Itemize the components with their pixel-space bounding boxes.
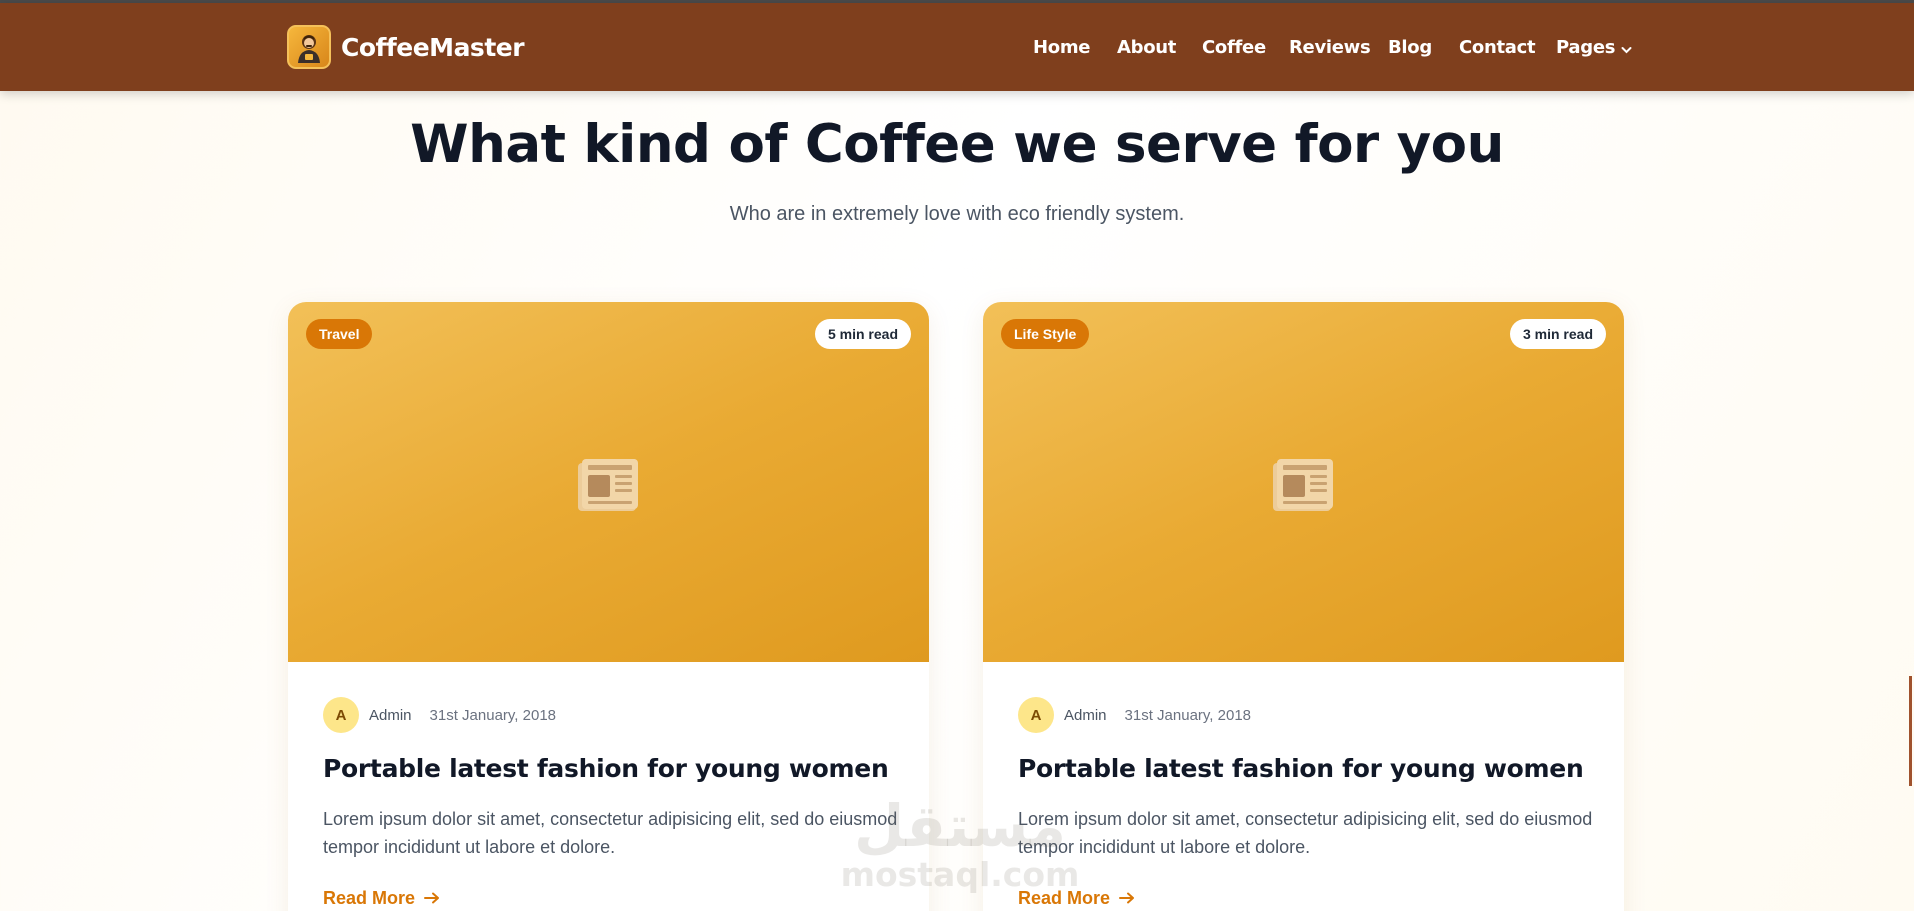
post-meta: A Admin 31st January, 2018 [1018, 697, 1251, 733]
newspaper-icon [1273, 459, 1333, 511]
nav-pages[interactable]: Pages [1556, 37, 1632, 59]
read-more-label: Read More [1018, 888, 1111, 908]
chevron-down-icon [1621, 38, 1632, 59]
nav-home[interactable]: Home [1033, 37, 1091, 58]
post-date: 31st January, 2018 [1124, 706, 1252, 724]
nav-contact[interactable]: Contact [1459, 37, 1536, 58]
read-more-link[interactable]: Read More [323, 888, 440, 909]
post-title[interactable]: Portable latest fashion for young women [323, 754, 903, 783]
category-badge[interactable]: Travel [306, 319, 373, 349]
post-author[interactable]: Admin [1064, 707, 1107, 724]
avatar: A [1018, 697, 1054, 733]
read-more-link[interactable]: Read More [1018, 888, 1135, 909]
post-excerpt: Lorem ipsum dolor sit amet, consectetur … [323, 809, 898, 857]
post-date: 31st January, 2018 [429, 706, 557, 724]
card-image[interactable]: Life Style 3 min read [983, 302, 1624, 662]
arrow-right-icon [424, 888, 440, 909]
nav-reviews[interactable]: Reviews [1289, 37, 1371, 58]
nav-about[interactable]: About [1117, 37, 1176, 58]
nav-blog[interactable]: Blog [1388, 37, 1432, 58]
card-image[interactable]: Travel 5 min read [288, 302, 929, 662]
read-more-label: Read More [323, 888, 416, 908]
post-title[interactable]: Portable latest fashion for young women [1018, 754, 1598, 783]
blog-card[interactable]: Travel 5 min read A Admin 31st January, … [288, 302, 929, 911]
section-subtitle: Who are in extremely love with eco frien… [729, 203, 1185, 225]
nav-coffee[interactable]: Coffee [1202, 37, 1266, 58]
read-time-badge: 3 min read [1509, 319, 1606, 349]
scroll-edge-indicator [1909, 676, 1912, 786]
post-excerpt: Lorem ipsum dolor sit amet, consectetur … [1018, 809, 1593, 857]
avatar: A [323, 697, 359, 733]
barista-logo-icon [287, 25, 331, 69]
brand[interactable]: CoffeeMaster [287, 25, 525, 69]
category-badge[interactable]: Life Style [1001, 319, 1090, 349]
arrow-right-icon [1119, 888, 1135, 909]
read-time-badge: 5 min read [814, 319, 911, 349]
site-header: CoffeeMaster Home About Coffee Reviews B… [0, 3, 1914, 91]
post-meta: A Admin 31st January, 2018 [323, 697, 556, 733]
post-author[interactable]: Admin [369, 707, 412, 724]
section-title: What kind of Coffee we serve for you [410, 114, 1504, 175]
newspaper-icon [578, 459, 638, 511]
blog-card[interactable]: Life Style 3 min read A Admin 31st Janua… [983, 302, 1624, 911]
nav-pages-label: Pages [1556, 37, 1616, 58]
brand-name: CoffeeMaster [341, 32, 525, 62]
